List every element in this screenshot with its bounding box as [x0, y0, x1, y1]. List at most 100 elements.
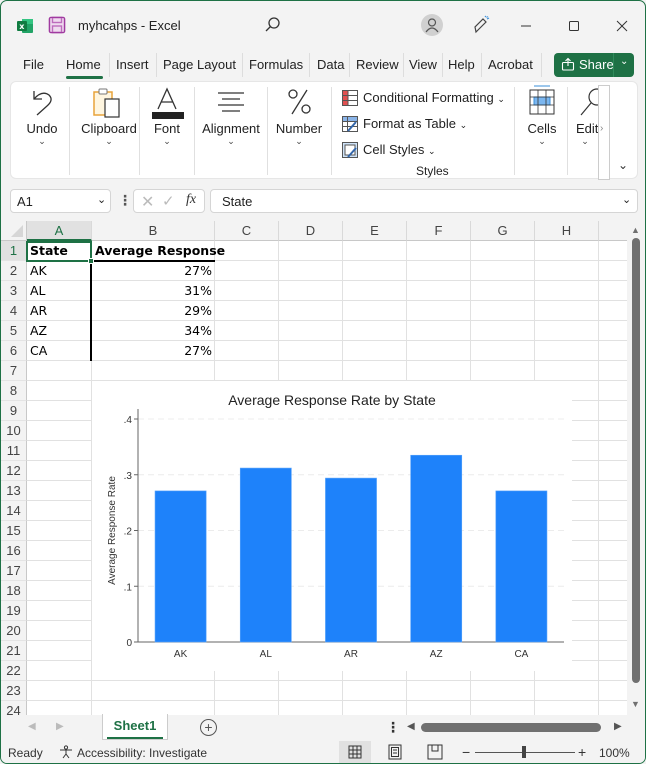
select-all-corner[interactable]	[1, 221, 27, 241]
column-header-e[interactable]: E	[343, 221, 407, 241]
cell-b5[interactable]: 34%	[92, 321, 215, 341]
column-header-c[interactable]: C	[215, 221, 279, 241]
scroll-down-icon[interactable]: ▼	[631, 699, 640, 709]
font-group[interactable]: Font ⌄	[141, 82, 193, 180]
cell-b2[interactable]: 27%	[92, 261, 215, 281]
search-icon[interactable]	[263, 15, 283, 35]
row-header-22[interactable]: 22	[1, 661, 27, 681]
row-header-1[interactable]: 1	[1, 241, 27, 261]
column-header-a[interactable]: A	[27, 221, 92, 241]
zoom-slider-thumb[interactable]	[522, 746, 526, 758]
row-header-2[interactable]: 2	[1, 261, 27, 281]
expand-formula-bar-icon[interactable]: ⌄	[622, 193, 631, 206]
tab-formulas[interactable]: Formulas	[249, 57, 303, 72]
normal-view-button[interactable]	[339, 741, 371, 763]
row-header-6[interactable]: 6	[1, 341, 27, 361]
cell-b4[interactable]: 29%	[92, 301, 215, 321]
name-box[interactable]: A1 ⌄	[10, 189, 111, 213]
tab-data[interactable]: Data	[317, 57, 344, 72]
row-header-14[interactable]: 14	[1, 501, 27, 521]
row-header-11[interactable]: 11	[1, 441, 27, 461]
cell-b6[interactable]: 27%	[92, 341, 215, 361]
tab-acrobat[interactable]: Acrobat	[488, 57, 533, 72]
cell-a5[interactable]: AZ	[27, 321, 92, 341]
alignment-group[interactable]: Alignment ⌄	[196, 82, 266, 180]
chevron-down-icon[interactable]: ⌄	[97, 193, 106, 206]
row-header-13[interactable]: 13	[1, 481, 27, 501]
column-header-b[interactable]: B	[92, 221, 215, 241]
row-header-10[interactable]: 10	[1, 421, 27, 441]
column-header-g[interactable]: G	[471, 221, 535, 241]
column-header-h[interactable]: H	[535, 221, 599, 241]
cancel-icon[interactable]: ✕	[141, 192, 154, 212]
row-header-4[interactable]: 4	[1, 301, 27, 321]
share-button[interactable]: Share ⌄	[554, 53, 634, 77]
user-avatar[interactable]	[421, 14, 443, 36]
spreadsheet-grid[interactable]: A B C D E F G H 1 2 3 4 5 6 7 8 9 10 11 12 13 14 15 16 17 18 19 20 2…	[1, 221, 627, 715]
cell-b1[interactable]: Average Response	[92, 241, 225, 261]
row-header-21[interactable]: 21	[1, 641, 27, 661]
formula-input[interactable]: State ⌄	[210, 189, 638, 213]
tab-review[interactable]: Review	[356, 57, 399, 72]
vertical-scroll-thumb[interactable]	[632, 238, 640, 683]
cells-group[interactable]: Cells ⌄	[521, 82, 563, 180]
add-sheet-button[interactable]: +	[200, 719, 217, 736]
column-header-d[interactable]: D	[279, 221, 343, 241]
zoom-out-button[interactable]: −	[462, 744, 470, 760]
row-header-12[interactable]: 12	[1, 461, 27, 481]
row-header-9[interactable]: 9	[1, 401, 27, 421]
row-header-19[interactable]: 19	[1, 601, 27, 621]
row-header-15[interactable]: 15	[1, 521, 27, 541]
more-options-icon[interactable]: ⋮	[118, 192, 132, 209]
scroll-right-icon[interactable]: ▶	[614, 721, 622, 732]
sheet-tab-sheet1[interactable]: Sheet1	[102, 714, 168, 740]
row-header-8[interactable]: 8	[1, 381, 27, 401]
fill-handle[interactable]	[88, 258, 94, 264]
scroll-up-icon[interactable]: ▲	[631, 225, 640, 235]
row-header-24[interactable]: 24	[1, 701, 27, 715]
tab-help[interactable]: Help	[448, 57, 475, 72]
row-header-23[interactable]: 23	[1, 681, 27, 701]
enter-icon[interactable]: ✓	[162, 192, 175, 210]
insert-function-icon[interactable]: fx	[186, 192, 196, 208]
row-header-16[interactable]: 16	[1, 541, 27, 561]
tab-page-layout[interactable]: Page Layout	[163, 57, 236, 72]
tab-insert[interactable]: Insert	[116, 57, 149, 72]
cell-a4[interactable]: AR	[27, 301, 92, 321]
cell-a3[interactable]: AL	[27, 281, 92, 301]
zoom-level[interactable]: 100%	[599, 746, 630, 760]
next-sheet-icon[interactable]: ▶	[56, 721, 64, 732]
clipboard-group[interactable]: Clipboard ⌄	[71, 82, 147, 180]
row-header-17[interactable]: 17	[1, 561, 27, 581]
sheet-options-icon[interactable]: ⋮	[386, 719, 400, 736]
horizontal-scrollbar[interactable]: ◀ ▶	[405, 719, 627, 737]
vertical-scrollbar[interactable]: ▲ ▼	[628, 221, 645, 715]
row-header-18[interactable]: 18	[1, 581, 27, 601]
zoom-in-button[interactable]: +	[578, 744, 586, 760]
horizontal-scroll-thumb[interactable]	[421, 723, 601, 732]
number-group[interactable]: Number ⌄	[269, 82, 329, 180]
minimize-icon[interactable]	[513, 13, 539, 39]
column-header-i[interactable]	[599, 221, 627, 241]
maximize-icon[interactable]	[561, 13, 587, 39]
row-header-3[interactable]: 3	[1, 281, 27, 301]
ribbon-expand-icon[interactable]: ⌄	[618, 158, 628, 172]
cell-b3[interactable]: 31%	[92, 281, 215, 301]
editing-group[interactable]: Edit ⌄	[571, 82, 599, 180]
share-dropdown-icon[interactable]: ⌄	[620, 56, 628, 67]
row-header-7[interactable]: 7	[1, 361, 27, 381]
save-icon[interactable]	[48, 16, 66, 34]
row-header-5[interactable]: 5	[1, 321, 27, 341]
close-icon[interactable]	[609, 13, 635, 39]
undo-group[interactable]: Undo ⌄	[16, 82, 68, 180]
bar-chart[interactable]: Average Response Rate by State 0 .1 .2 .3 .4 A…	[92, 381, 572, 671]
prev-sheet-icon[interactable]: ◀	[28, 721, 36, 732]
accessibility-status[interactable]: Accessibility: Investigate	[77, 746, 207, 760]
tab-view[interactable]: View	[409, 57, 437, 72]
cell-a6[interactable]: CA	[27, 341, 92, 361]
tab-home[interactable]: Home	[66, 57, 101, 72]
tab-file[interactable]: File	[23, 57, 44, 72]
scroll-left-icon[interactable]: ◀	[407, 721, 415, 732]
column-header-f[interactable]: F	[407, 221, 471, 241]
cell-a2[interactable]: AK	[27, 261, 92, 281]
